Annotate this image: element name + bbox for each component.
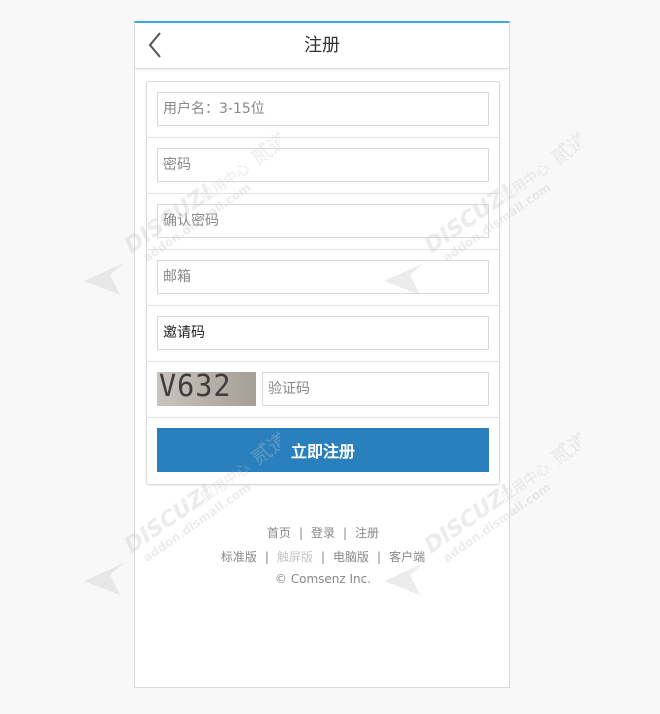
- footer-separator: |: [298, 526, 303, 540]
- footer-copyright: © Comsenz Inc.: [274, 572, 372, 586]
- footer-separator: |: [264, 550, 269, 564]
- footer-nav-primary: 首页 | 登录 | 注册: [135, 524, 509, 541]
- username-input[interactable]: [157, 92, 489, 126]
- footer-link-standard[interactable]: 标准版: [221, 550, 257, 564]
- footer-separator: |: [343, 526, 348, 540]
- password-row: [147, 138, 499, 194]
- username-row: [147, 82, 499, 138]
- register-form: V632 立即注册: [146, 81, 500, 485]
- footer-separator: |: [377, 550, 382, 564]
- confirm-password-row: [147, 194, 499, 250]
- page-title: 注册: [304, 35, 340, 56]
- email-row: [147, 250, 499, 306]
- footer-nav-versions: 标准版 | 触屏版 | 电脑版 | 客户端: [135, 548, 509, 565]
- captcha-row: V632: [147, 362, 499, 418]
- footer-separator: |: [320, 550, 326, 564]
- footer-link-desktop[interactable]: 电脑版: [333, 550, 369, 564]
- confirm-password-input[interactable]: [157, 204, 489, 238]
- email-input[interactable]: [157, 260, 489, 294]
- footer-link-touch[interactable]: 触屏版: [277, 550, 313, 564]
- register-submit-button[interactable]: 立即注册: [157, 428, 489, 472]
- footer-link-client[interactable]: 客户端: [389, 550, 425, 564]
- footer-link-register[interactable]: 注册: [355, 526, 379, 540]
- invite-code-row: [147, 306, 499, 362]
- captcha-input[interactable]: [262, 372, 489, 406]
- invite-code-input[interactable]: [157, 316, 489, 350]
- footer-link-home[interactable]: 首页: [267, 526, 291, 540]
- watermark-mark: 贰道: [546, 427, 580, 470]
- captcha-image-text: V632: [159, 372, 232, 404]
- header-bar: 注册: [135, 23, 509, 69]
- captcha-image[interactable]: V632: [157, 372, 256, 406]
- watermark-mark: 贰道: [546, 127, 580, 170]
- footer-link-login[interactable]: 登录: [311, 526, 335, 540]
- password-input[interactable]: [157, 148, 489, 182]
- mobile-frame: 注册 V632 立即注册 首页|登录|注册 标准版|触屏版|电脑版|客户端 ©: [134, 21, 510, 688]
